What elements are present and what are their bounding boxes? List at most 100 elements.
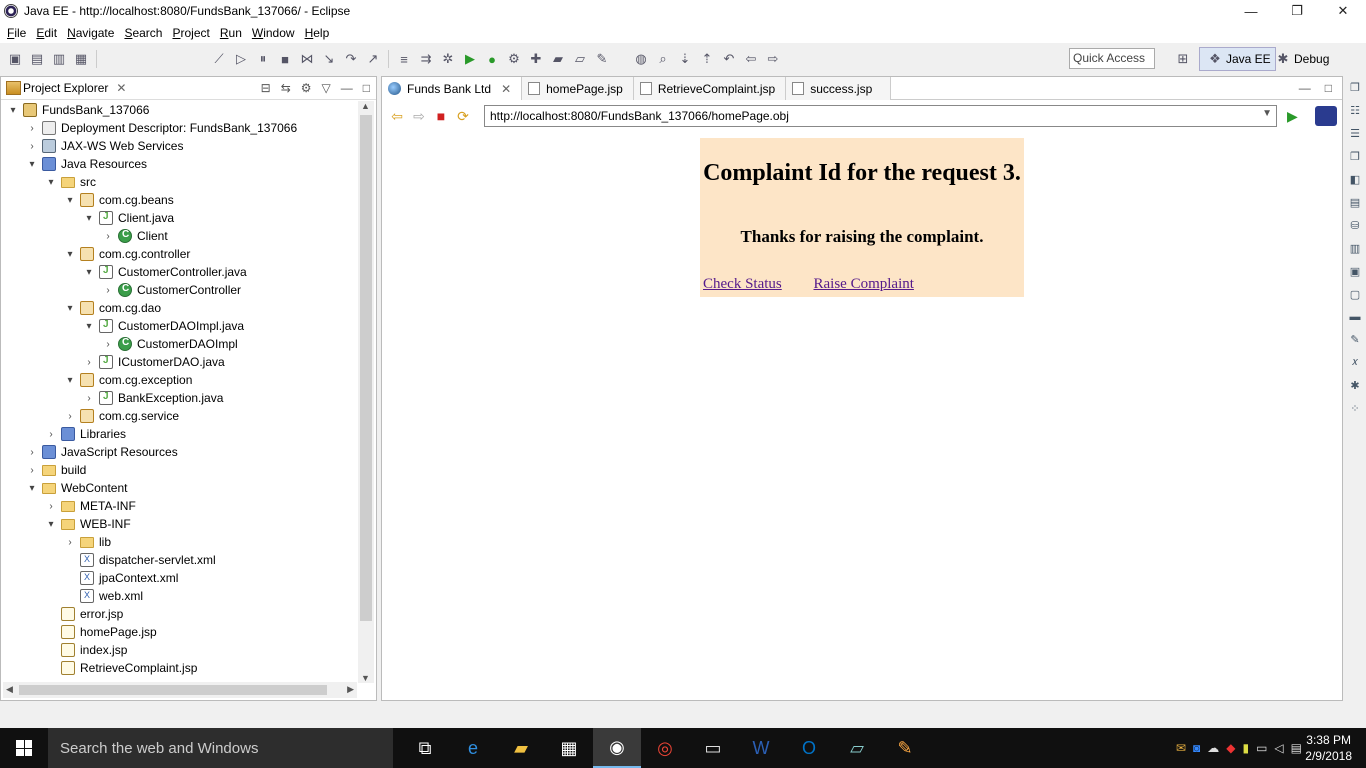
chevron-down-icon[interactable]: ▾ [45,177,57,188]
tree-item[interactable]: ▾ com.cg.beans [1,191,359,209]
external-browser-icon[interactable] [1315,106,1337,126]
tree-item[interactable]: › META-INF [1,497,359,515]
tree-item[interactable]: › JavaScript Resources [1,443,359,461]
tree-item[interactable]: › JAX-WS Web Services [1,137,359,155]
refresh-icon[interactable]: ⟳ [454,107,472,125]
paint-icon[interactable]: ✎ [881,728,929,768]
tree-item[interactable]: › CustomerController [1,281,359,299]
suspend-icon[interactable]: ⏸ [255,51,271,67]
open-task-icon[interactable]: ▱ [572,51,588,67]
menu-run[interactable]: Run [215,26,247,40]
chevron-down-icon[interactable]: ▾ [64,195,76,206]
tree-item[interactable]: ▾ com.cg.controller [1,245,359,263]
scroll-down-icon[interactable]: ▼ [361,673,370,683]
maximize-view-icon[interactable]: □ [363,81,370,95]
forward-icon[interactable]: ⇨ [765,51,781,67]
collapse-all-icon[interactable]: ⊟ [261,81,271,95]
chevron-right-icon[interactable]: › [64,411,76,422]
action-center-icon[interactable]: ▤ [1291,741,1302,755]
close-icon[interactable]: ✕ [116,81,126,95]
debug-icon[interactable]: ✲ [440,51,456,67]
external-tools-icon[interactable]: ⚙ [506,51,522,67]
task-list-icon[interactable]: ☰ [1348,127,1362,140]
menu-window[interactable]: Window [247,26,300,40]
terminate-icon[interactable]: ■ [277,51,293,67]
tree-item[interactable]: ▾ src [1,173,359,191]
start-button[interactable] [0,728,48,768]
edge-icon[interactable]: e [449,728,497,768]
tree-item[interactable]: › Client [1,227,359,245]
tree-item[interactable]: homePage.jsp [1,623,359,641]
chevron-down-icon[interactable]: ▾ [7,105,19,116]
chrome-icon[interactable]: ◎ [641,728,689,768]
tree-item[interactable]: › Deployment Descriptor: FundsBank_137066 [1,119,359,137]
tab-retrieve-complaint-jsp[interactable]: RetrieveComplaint.jsp [633,77,787,100]
minimize-view-icon[interactable]: — [341,81,353,95]
go-icon[interactable]: ▶ [1287,108,1298,125]
tree-item[interactable]: ▾ FundsBank_137066 [1,101,359,119]
console-icon[interactable]: ▢ [1348,288,1362,301]
tab-success-jsp[interactable]: success.jsp [786,77,892,100]
tree-item[interactable]: › com.cg.service [1,407,359,425]
step-return-icon[interactable]: ↗ [365,51,381,67]
close-icon[interactable]: ✕ [501,82,511,96]
task-view-icon[interactable]: ⧉ [401,728,449,768]
horizontal-scrollbar[interactable]: ◀ ▶ [3,682,357,698]
annotation-icon[interactable]: ✎ [594,51,610,67]
chevron-down-icon[interactable]: ▾ [26,159,38,170]
use-step-filters-icon[interactable]: ⇉ [418,51,434,67]
menu-edit[interactable]: Edit [31,26,62,40]
tree-item[interactable]: › Libraries [1,425,359,443]
chevron-down-icon[interactable]: ▼ [1262,108,1272,119]
search-view-icon[interactable]: ✎ [1348,333,1362,346]
tree-item[interactable]: ▾ Client.java [1,209,359,227]
scroll-up-icon[interactable]: ▲ [361,101,370,111]
power-icon[interactable]: ▮ [1242,741,1249,755]
restore-button[interactable]: ❐ [1274,0,1320,22]
filter-icon[interactable]: ⚙ [301,81,312,95]
tree-item[interactable]: jpaContext.xml [1,569,359,587]
tree-item[interactable]: ▾ WebContent [1,479,359,497]
tab-funds-bank[interactable]: Funds Bank Ltd ✕ [382,77,523,100]
project-explorer-tab[interactable]: Project Explorer ✕ ⊟ ⇆ ⚙ ▽ — □ [1,77,376,100]
servers-icon[interactable]: ⛁ [1348,219,1362,232]
file-explorer-icon[interactable]: ▰ [497,728,545,768]
restore-icon[interactable]: ❐ [1348,81,1362,94]
last-edit-icon[interactable]: ↶ [721,51,737,67]
new-java-project-icon[interactable]: ✚ [528,51,544,67]
link-editor-icon[interactable]: ⇆ [281,81,291,95]
tree-item[interactable]: ▾ com.cg.dao [1,299,359,317]
menu-navigate[interactable]: Navigate [62,26,119,40]
chevron-down-icon[interactable]: ▾ [64,249,76,260]
view-menu-icon[interactable]: ▽ [322,81,331,95]
open-type-icon[interactable]: ≡ [396,51,412,67]
chevron-right-icon[interactable]: › [45,429,57,440]
tree-item[interactable]: RetrieveComplaint.jsp [1,659,359,677]
tree-item[interactable]: index.jsp [1,641,359,659]
vertical-scrollbar[interactable]: ▲ ▼ [358,101,374,683]
open-perspective-icon[interactable]: ⊞ [1175,51,1191,67]
chevron-down-icon[interactable]: ▾ [26,483,38,494]
chevron-right-icon[interactable]: › [26,141,38,152]
outline-icon[interactable]: ☷ [1348,104,1362,117]
variables-icon[interactable]: 𝑥 [1348,356,1362,369]
tree-item[interactable]: › ICustomerDAO.java [1,353,359,371]
tree-item[interactable]: ▾ CustomerController.java [1,263,359,281]
chevron-right-icon[interactable]: › [26,465,38,476]
chevron-down-icon[interactable]: ▾ [45,519,57,530]
chevron-down-icon[interactable]: ▾ [64,375,76,386]
chevron-right-icon[interactable]: › [102,339,114,350]
stop-icon[interactable]: ■ [432,107,450,125]
save-icon[interactable]: ▤ [29,51,45,67]
tree-item[interactable]: ▾ Java Resources [1,155,359,173]
open-folder-icon[interactable]: ▰ [550,51,566,67]
tree-item[interactable]: › build [1,461,359,479]
taskbar-search-input[interactable]: Search the web and Windows [48,728,393,768]
resume-icon[interactable]: ▷ [233,51,249,67]
tree-item[interactable]: › CustomerDAOImpl [1,335,359,353]
notes-icon[interactable]: ▱ [833,728,881,768]
perspective-debug[interactable]: ✱ Debug [1268,47,1333,71]
chevron-right-icon[interactable]: › [102,285,114,296]
chevron-right-icon[interactable]: › [26,123,38,134]
save-all-icon[interactable]: ▥ [51,51,67,67]
